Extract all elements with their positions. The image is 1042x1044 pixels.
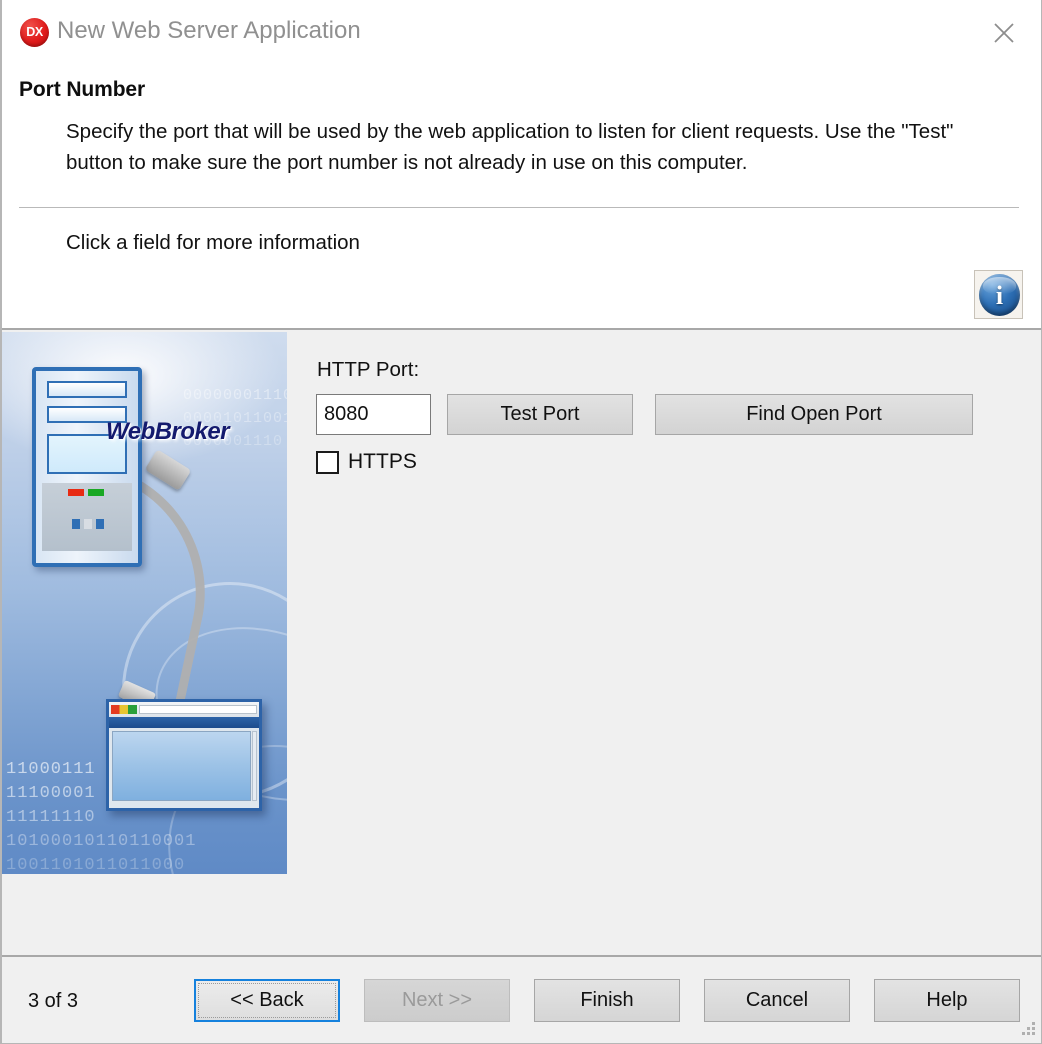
dx-logo-icon: DX — [20, 18, 49, 47]
port-settings-form: HTTP Port: Test Port Find Open Port HTTP… — [288, 332, 1041, 954]
resize-grip[interactable] — [1019, 1021, 1036, 1038]
https-checkbox-row[interactable]: HTTPS — [316, 450, 417, 474]
step-indicator: 3 of 3 — [28, 990, 79, 1012]
browser-titlebar — [109, 717, 259, 728]
browser-traffic-lights-icon — [111, 705, 137, 714]
cable-plug-top — [144, 449, 192, 491]
title-bar: DX New Web Server Application — [2, 0, 1041, 62]
server-front-panel — [42, 483, 132, 551]
wizard-dialog: DX New Web Server Application Port Numbe… — [0, 0, 1042, 1044]
back-button-label: << Back — [230, 989, 304, 1011]
dialog-footer: 3 of 3 << Back Next >> Finish Cancel Hel… — [2, 955, 1041, 1043]
server-led-green — [88, 489, 104, 496]
http-port-input[interactable] — [316, 394, 431, 435]
server-bay-1 — [47, 381, 127, 398]
help-button[interactable]: Help — [874, 979, 1020, 1022]
server-slot-1 — [72, 519, 80, 529]
server-tower-icon — [32, 367, 142, 567]
https-checkbox[interactable] — [316, 450, 339, 474]
webbroker-label: WebBroker — [106, 418, 230, 445]
binary-text-bottom-4: 10100010110110001 — [6, 832, 197, 851]
back-button[interactable]: << Back — [194, 979, 340, 1022]
dialog-body: 00000001110 00001011001 0000001110 11000… — [2, 332, 1041, 954]
https-checkbox-label: HTTPS — [348, 450, 417, 473]
server-led-red — [68, 489, 84, 496]
finish-button[interactable]: Finish — [534, 979, 680, 1022]
info-icon-glyph: i — [995, 281, 1004, 310]
next-button: Next >> — [364, 979, 510, 1022]
info-icon-circle: i — [979, 274, 1020, 316]
browser-toolbar — [109, 702, 259, 717]
browser-content-area — [112, 731, 251, 801]
binary-text-top-1: 00000001110 — [182, 387, 287, 404]
browser-window-icon — [106, 699, 262, 811]
webbroker-illustration: 00000001110 00001011001 0000001110 11000… — [2, 332, 287, 874]
dialog-header: DX New Web Server Application Port Numbe… — [2, 0, 1041, 330]
binary-text-bottom-3: 11111110 — [6, 808, 96, 827]
page-description: Specify the port that will be used by th… — [66, 120, 954, 174]
cancel-button[interactable]: Cancel — [704, 979, 850, 1022]
page-title: Port Number — [19, 78, 146, 101]
info-icon[interactable]: i — [974, 270, 1023, 319]
close-icon[interactable] — [987, 16, 1021, 50]
browser-address-bar — [139, 705, 257, 714]
page-description-clip: Specify the port that will be used by th… — [66, 116, 996, 196]
browser-scrollbar — [252, 731, 257, 801]
test-port-button[interactable]: Test Port — [447, 394, 633, 435]
binary-text-bottom-2: 11100001 — [6, 784, 96, 803]
http-port-label: HTTP Port: — [317, 358, 420, 381]
binary-text-bottom-1: 11000111 — [6, 760, 96, 779]
find-open-port-button[interactable]: Find Open Port — [655, 394, 973, 435]
server-slot-3 — [96, 519, 104, 529]
field-hint-text: Click a field for more information — [66, 231, 360, 254]
binary-text-bottom-5: 1001101011011000 — [6, 856, 186, 874]
window-title: New Web Server Application — [57, 17, 361, 44]
server-slot-2 — [84, 519, 92, 529]
header-divider — [19, 207, 1019, 208]
dx-logo-text: DX — [26, 25, 43, 39]
